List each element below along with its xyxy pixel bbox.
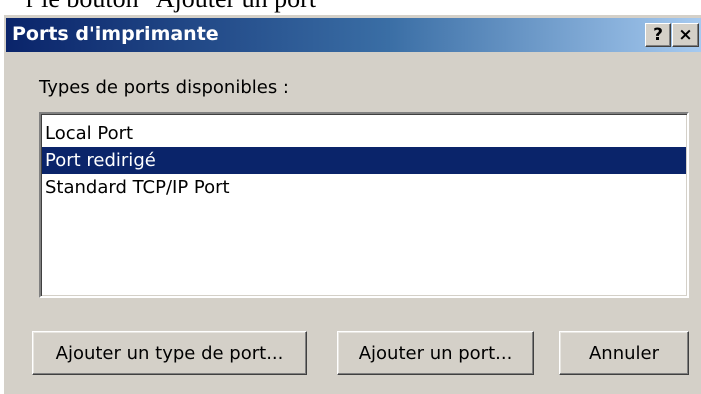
help-icon: ? bbox=[653, 25, 663, 45]
cancel-button[interactable]: Annuler bbox=[559, 331, 689, 375]
close-icon: × bbox=[678, 25, 693, 45]
list-item-standard-tcpip-port[interactable]: Standard TCP/IP Port bbox=[42, 174, 686, 201]
help-button[interactable]: ? bbox=[645, 23, 671, 47]
port-types-listbox[interactable]: Local Port Port redirigé Standard TCP/IP… bbox=[39, 112, 689, 298]
dialog-title: Ports d'imprimante bbox=[12, 23, 219, 45]
add-port-type-button[interactable]: Ajouter un type de port... bbox=[32, 331, 307, 375]
close-button[interactable]: × bbox=[672, 23, 699, 47]
available-port-types-label: Types de ports disponibles : bbox=[39, 77, 289, 98]
list-item-redirected-port[interactable]: Port redirigé bbox=[42, 147, 686, 174]
add-port-button[interactable]: Ajouter un port... bbox=[337, 331, 534, 375]
title-bar[interactable]: Ports d'imprimante ? × bbox=[6, 18, 701, 52]
printer-ports-dialog: Ports d'imprimante ? × Types de ports di… bbox=[3, 14, 701, 394]
page-caption-text: r le bouton "Ajouter un port" bbox=[26, 0, 327, 12]
list-item-local-port[interactable]: Local Port bbox=[42, 120, 686, 147]
